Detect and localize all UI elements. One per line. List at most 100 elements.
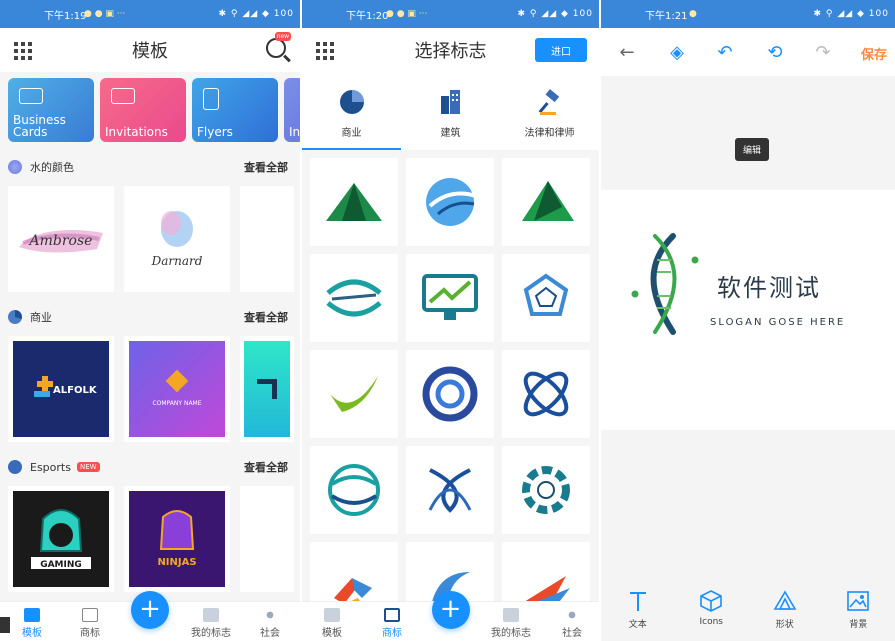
logo-option[interactable] <box>406 350 494 438</box>
category-invitations[interactable]: Invitations <box>100 78 186 142</box>
import-button[interactable]: 进口 <box>535 38 587 62</box>
template-thumb[interactable]: ALFOLK <box>8 336 114 442</box>
brand-name-text[interactable]: 软件测试 <box>717 268 821 303</box>
tab-business[interactable]: 商业 <box>302 72 401 150</box>
logo-option[interactable] <box>406 158 494 246</box>
redo-icon[interactable]: ↷ <box>813 42 833 63</box>
bottom-nav: 模板 商标 + 我的标志 社会 <box>0 591 300 641</box>
section-title: 水的颜色 <box>30 161 74 174</box>
edit-icon <box>82 608 98 622</box>
template-thumb[interactable]: GAMING <box>8 486 114 592</box>
cube-icon <box>700 590 723 612</box>
logo-option[interactable] <box>502 446 590 534</box>
nav-label: 社会 <box>260 628 280 639</box>
tool-background[interactable]: 背景 <box>822 581 895 641</box>
tool-shapes[interactable]: 形状 <box>748 581 822 641</box>
flyer-icon <box>203 88 219 110</box>
template-thumb[interactable]: COMPANY NAME <box>124 336 230 442</box>
undo-icon[interactable]: ↶ <box>715 42 735 63</box>
logo-option[interactable] <box>310 158 398 246</box>
see-all-link[interactable]: 查看全部 <box>244 159 288 175</box>
pie-chart-icon <box>8 310 22 324</box>
status-bar: 下午1:19 ● ● ▣ ··· ✱ ⚲ ◢◢ ◆ 100 <box>0 0 300 28</box>
search-icon[interactable] <box>266 38 286 58</box>
image-icon <box>847 591 870 611</box>
category-partial[interactable]: In <box>284 78 300 142</box>
category-flyers[interactable]: Flyers <box>192 78 278 142</box>
status-time: 下午1:20 <box>346 10 389 22</box>
grid-menu-icon[interactable] <box>14 42 32 60</box>
section-title: Esports <box>30 460 71 474</box>
bottom-nav: 模板 商标 + 我的标志 社会 <box>302 591 599 641</box>
logo-option[interactable] <box>406 446 494 534</box>
add-button[interactable]: + <box>131 591 169 629</box>
nav-social[interactable]: 社会 <box>552 608 592 639</box>
tab-architecture[interactable]: 建筑 <box>401 72 500 150</box>
layers-icon[interactable]: ◈ <box>667 42 687 63</box>
templates-icon <box>324 608 340 622</box>
search-new-badge: new <box>274 32 291 41</box>
logo-option[interactable] <box>502 254 590 342</box>
tab-law[interactable]: 法律和律师 <box>500 72 599 150</box>
nav-my-logos[interactable]: 我的标志 <box>486 608 536 639</box>
back-arrow-icon[interactable]: ← <box>617 42 637 63</box>
templates-screen: 下午1:19 ● ● ▣ ··· ✱ ⚲ ◢◢ ◆ 100 模板 new Bus… <box>0 0 300 641</box>
template-thumb[interactable] <box>240 186 294 292</box>
text-icon <box>629 592 646 611</box>
new-badge: NEW <box>76 462 100 472</box>
select-logo-topbar: 选择标志 进口 <box>302 28 599 72</box>
logo-option[interactable] <box>310 446 398 534</box>
save-button[interactable]: 保存 <box>861 44 887 63</box>
business-row: ALFOLK COMPANY NAME <box>8 336 294 442</box>
nav-label: 模板 <box>22 628 42 639</box>
slogan-text[interactable]: SLOGAN GOSE HERE <box>710 317 845 328</box>
dna-logo-icon[interactable] <box>627 232 703 336</box>
add-button[interactable]: + <box>431 591 470 629</box>
logo-option[interactable] <box>310 350 398 438</box>
tab-label: 建筑 <box>440 128 461 139</box>
nav-social[interactable]: 社会 <box>250 608 290 639</box>
template-thumb[interactable] <box>240 336 294 442</box>
status-icons: ✱ ⚲ ◢◢ ◆ 100 <box>218 9 294 19</box>
template-thumb[interactable]: NINJAS <box>124 486 230 592</box>
buildings-icon <box>440 90 460 114</box>
nav-label: 模板 <box>322 628 342 639</box>
status-icons: ✱ ⚲ ◢◢ ◆ 100 <box>517 9 593 19</box>
tool-text[interactable]: 文本 <box>601 581 675 641</box>
see-all-link[interactable]: 查看全部 <box>244 459 288 475</box>
share-icon <box>262 608 278 622</box>
status-bar: 下午1:21 ● ✱ ⚲ ◢◢ ◆ 100 <box>601 0 895 28</box>
nav-logos[interactable]: 商标 <box>372 608 412 639</box>
logo-option[interactable] <box>406 254 494 342</box>
editor-toolbar: ← ◈ ↶ ⟲ ↷ 保存 <box>601 28 895 76</box>
nav-my-logos[interactable]: 我的标志 <box>186 608 236 639</box>
template-thumb[interactable]: Ambrose <box>8 186 114 292</box>
template-thumb[interactable]: Darnard <box>124 186 230 292</box>
nav-label: 商标 <box>382 628 402 639</box>
logo-option[interactable] <box>502 350 590 438</box>
thumb-text: NINJAS <box>157 557 196 568</box>
watercolor-icon <box>8 160 22 174</box>
template-thumb[interactable] <box>240 486 294 592</box>
nav-templates[interactable]: 模板 <box>12 608 52 639</box>
reset-icon[interactable]: ⟲ <box>765 42 785 63</box>
design-canvas[interactable]: 软件测试 SLOGAN GOSE HERE <box>601 190 895 430</box>
section-header-watercolor: 水的颜色 查看全部 <box>8 157 288 177</box>
nav-templates[interactable]: 模板 <box>312 608 352 639</box>
my-logos-icon <box>503 608 519 622</box>
logo-grid <box>310 158 590 630</box>
logo-option[interactable] <box>310 254 398 342</box>
category-business-cards[interactable]: Business Cards <box>8 78 94 142</box>
industry-tabs: 商业 建筑 法律和律师 <box>302 72 599 150</box>
page-title: 模板 <box>132 41 168 62</box>
nav-label: 我的标志 <box>491 628 531 639</box>
edit-icon <box>384 608 400 622</box>
edit-tooltip: 编辑 <box>735 138 770 161</box>
tool-icons[interactable]: Icons <box>675 581 749 641</box>
pie-chart-icon <box>339 90 364 114</box>
nav-logos[interactable]: 商标 <box>70 608 110 639</box>
see-all-link[interactable]: 查看全部 <box>244 309 288 325</box>
grid-menu-icon[interactable] <box>316 42 334 60</box>
category-label: Invitations <box>105 125 168 139</box>
logo-option[interactable] <box>502 158 590 246</box>
